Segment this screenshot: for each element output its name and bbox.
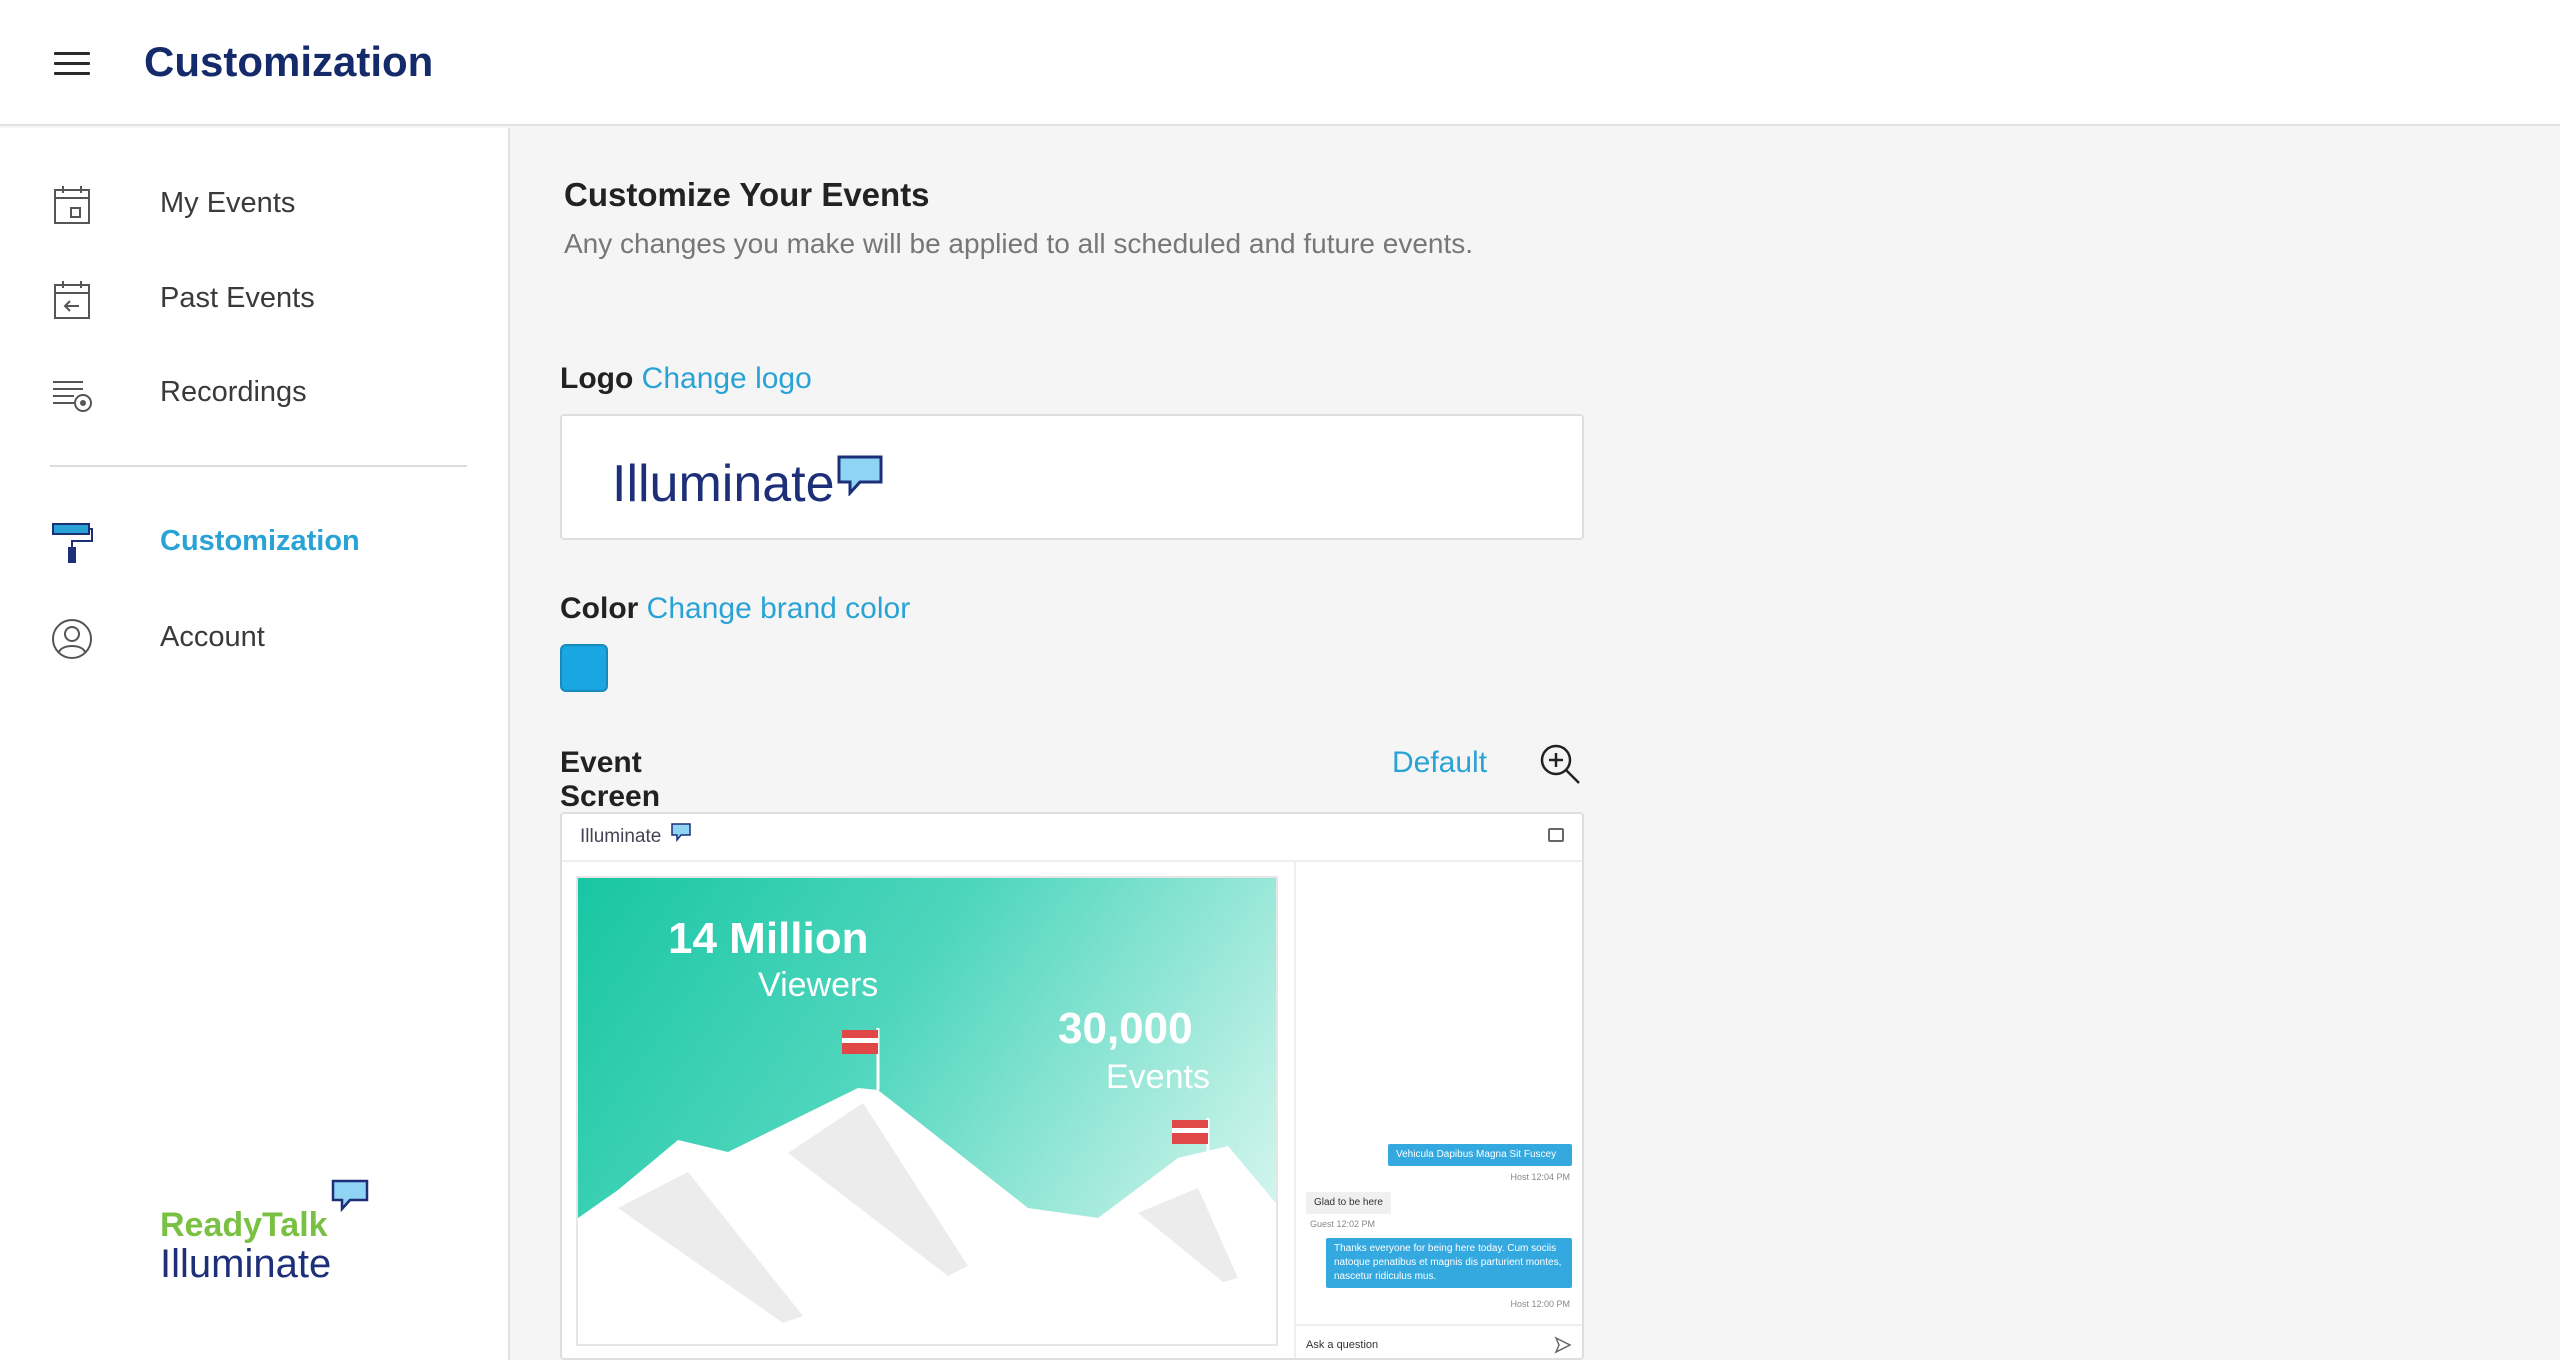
logo-wordmark: Illuminate — [612, 455, 835, 513]
event-screen-preview: Illuminate 14 Million Viewers 30,000 Eve… — [560, 812, 1584, 1360]
calendar-back-icon — [54, 281, 90, 319]
sidebar-item-label: Account — [160, 621, 265, 653]
sidebar-item-label: Past Events — [160, 282, 315, 314]
sidebar-item-recordings[interactable]: Recordings — [0, 352, 510, 432]
chat-panel: Vehicula Dapibus Magna Sit Fuscey Host 1… — [1294, 862, 1582, 1358]
calendar-icon — [54, 186, 90, 224]
preview-header: Illuminate — [562, 814, 1582, 862]
zoom-in-icon[interactable] — [1538, 742, 1582, 786]
ask-question-bar — [1296, 1324, 1582, 1358]
change-logo-link[interactable]: Change logo — [642, 362, 812, 395]
ask-question-input[interactable] — [1306, 1334, 1526, 1356]
color-field-label: Color Change brand color — [560, 592, 911, 625]
send-icon[interactable] — [1554, 1336, 1572, 1354]
sidebar-item-label: Recordings — [160, 376, 307, 408]
event-screen-label: Event Screen — [560, 746, 661, 813]
speech-bubble-icon — [671, 823, 691, 842]
default-link[interactable]: Default — [1392, 746, 1487, 780]
stat-viewers-value: 14 Million — [668, 914, 869, 963]
section-title: Customize Your Events — [564, 176, 930, 213]
page-title: Customization — [144, 38, 434, 85]
sidebar-item-label: My Events — [160, 187, 296, 219]
hamburger-menu-icon[interactable] — [54, 52, 90, 76]
nav-divider — [50, 465, 467, 467]
logo-preview: Illuminate — [560, 414, 1584, 540]
user-circle-icon — [52, 619, 92, 659]
stat-events-label: Events — [1106, 1058, 1210, 1096]
chat-message-meta: Host 12:00 PM — [1510, 1299, 1570, 1309]
speech-bubble-icon — [331, 1179, 369, 1212]
chat-message: Thanks everyone for being here today. Cu… — [1326, 1238, 1572, 1288]
section-subtitle: Any changes you make will be applied to … — [564, 228, 1474, 259]
readytalk-illuminate-logo: ReadyTalk Illuminate — [160, 1178, 380, 1318]
top-bar: Customization — [0, 0, 2560, 126]
logo-field-label: Logo Change logo — [560, 362, 812, 395]
sidebar-item-label: Customization — [160, 525, 360, 557]
preview-brand: Illuminate — [580, 823, 691, 848]
sidebar: My Events Past Events Recordings Customi… — [0, 128, 510, 1360]
chat-message-meta: Guest 12:02 PM — [1310, 1219, 1376, 1229]
paint-roller-icon — [52, 523, 93, 563]
presentation-slide: 14 Million Viewers 30,000 Events — [576, 876, 1278, 1346]
chat-message: Vehicula Dapibus Magna Sit Fuscey — [1388, 1144, 1572, 1166]
chat-message: Glad to be here — [1306, 1192, 1391, 1214]
stat-viewers-label: Viewers — [758, 966, 879, 1004]
minimize-chat-icon[interactable] — [1548, 828, 1564, 842]
change-brand-color-link[interactable]: Change brand color — [647, 592, 911, 625]
recordings-icon — [53, 381, 92, 412]
sidebar-item-account[interactable]: Account — [0, 597, 510, 677]
sidebar-item-past-events[interactable]: Past Events — [0, 258, 510, 338]
sidebar-item-customization[interactable]: Customization — [0, 501, 510, 581]
stat-events-value: 30,000 — [1058, 1004, 1193, 1053]
speech-bubble-icon — [837, 455, 883, 496]
brand-color-swatch[interactable] — [560, 644, 608, 692]
chat-message-meta: Host 12:04 PM — [1510, 1172, 1570, 1182]
sidebar-item-my-events[interactable]: My Events — [0, 163, 510, 243]
